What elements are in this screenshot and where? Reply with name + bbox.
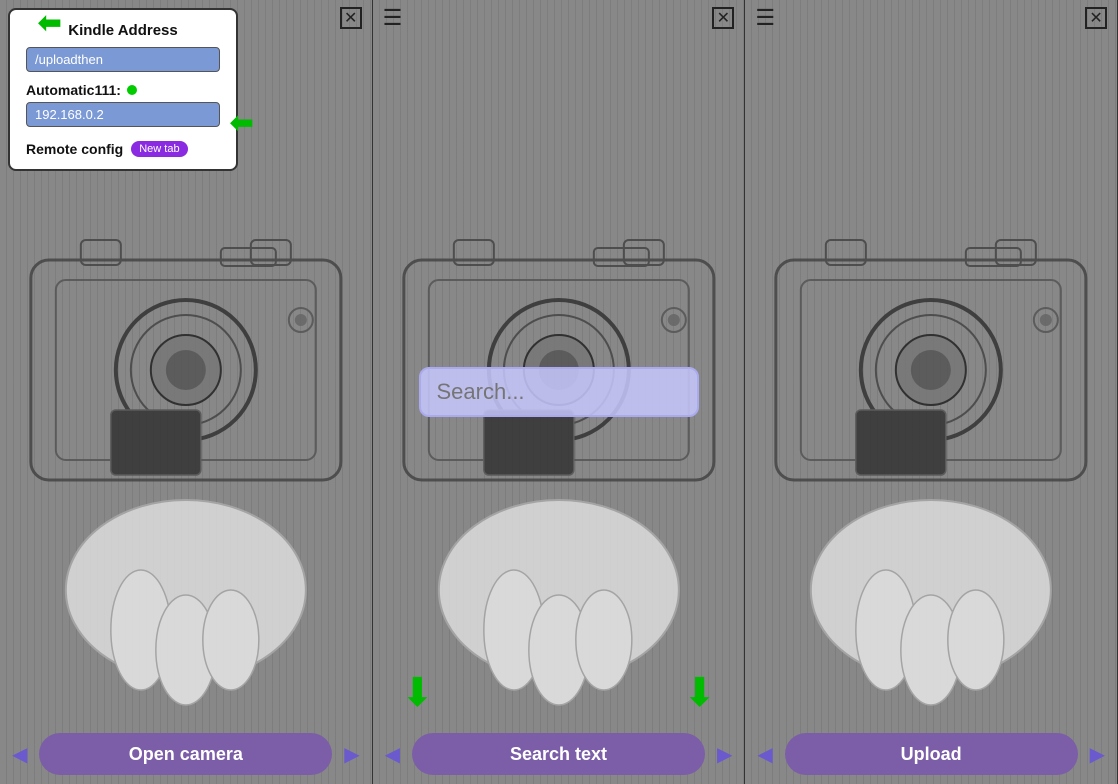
search-overlay	[419, 367, 699, 417]
panel-3-bottom-bar: ◀ Upload ▶	[745, 724, 1117, 784]
remote-config-label: Remote config	[26, 141, 123, 157]
search-input[interactable]	[419, 367, 699, 417]
left-arrow-1[interactable]: ◀	[8, 738, 31, 771]
open-camera-button[interactable]: Open camera	[39, 733, 332, 775]
auto-arrow-annotation: ⬅	[230, 106, 253, 139]
ip-address-input[interactable]	[26, 102, 220, 127]
search-text-button[interactable]: Search text	[412, 733, 705, 775]
left-arrow-2[interactable]: ◀	[381, 738, 404, 771]
remote-config-row: Remote config New tab	[26, 141, 220, 157]
menu-icon-3[interactable]: ☰	[755, 5, 775, 31]
upload-button[interactable]: Upload	[785, 733, 1078, 775]
close-icon-1[interactable]: ✕	[340, 7, 362, 29]
panel-3-topbar: ☰ ✕	[745, 0, 1117, 36]
down-arrow-right-icon: ⬇	[683, 670, 717, 716]
panel-1: ☰ ✕ ⬅ Kindle Address Automatic111: Remot…	[0, 0, 373, 784]
back-arrow-icon: ⬅	[38, 6, 61, 39]
camera-illustration-3	[745, 0, 1117, 784]
close-icon-3[interactable]: ✕	[1085, 7, 1107, 29]
panel-1-bottom-bar: ◀ Open camera ▶	[0, 724, 372, 784]
panel-2: ☰ ✕ ⬇ ⬇ ◀ Search text ▶	[373, 0, 746, 784]
close-icon-2[interactable]: ✕	[712, 7, 734, 29]
upload-path-input[interactable]	[26, 47, 220, 72]
menu-icon-2[interactable]: ☰	[383, 5, 403, 31]
panel-2-topbar: ☰ ✕	[373, 0, 745, 36]
left-arrow-3[interactable]: ◀	[753, 738, 776, 771]
down-arrow-left-icon: ⬇	[401, 670, 435, 716]
right-arrow-3[interactable]: ▶	[1086, 738, 1109, 771]
right-arrow-1[interactable]: ▶	[340, 738, 363, 771]
panel-2-bottom-bar: ◀ Search text ▶	[373, 724, 745, 784]
automatic-label: Automatic111:	[26, 82, 220, 98]
back-arrow-annotation: ⬅	[38, 6, 61, 39]
new-tab-badge[interactable]: New tab	[131, 141, 187, 157]
panel-3: ☰ ✕ ◀ Upload ▶	[745, 0, 1118, 784]
right-arrow-2[interactable]: ▶	[713, 738, 736, 771]
status-dot-green	[127, 85, 137, 95]
auto-arrow-icon: ⬅	[230, 107, 253, 138]
